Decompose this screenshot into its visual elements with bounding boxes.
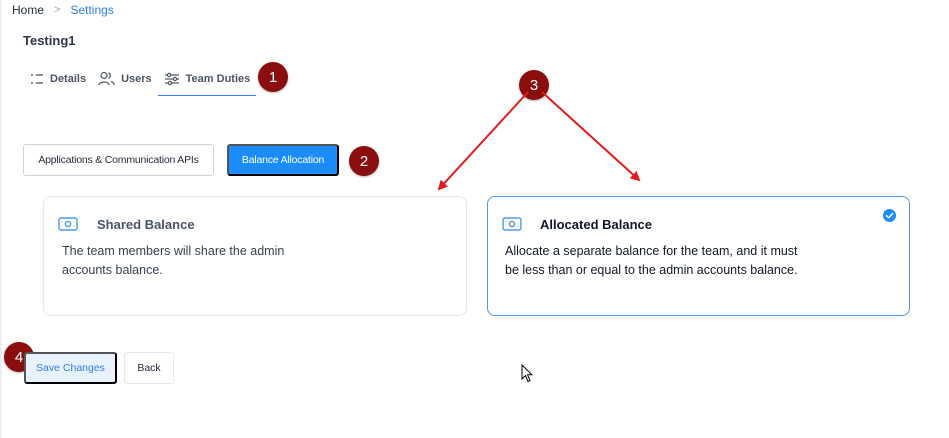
arrow-to-allocated-balance	[541, 91, 641, 182]
annotation-marker-1: 1	[258, 62, 288, 92]
cash-icon	[58, 217, 78, 231]
shared-balance-card[interactable]: Shared Balance The team members will sha…	[43, 196, 467, 316]
shared-balance-description: The team members will share the admin ac…	[62, 244, 285, 277]
annotation-marker-2: 2	[349, 146, 379, 176]
users-icon	[98, 71, 115, 86]
sliders-icon	[164, 72, 179, 85]
arrow-to-shared-balance	[437, 91, 529, 191]
tab-users[interactable]: Users	[92, 61, 158, 96]
tab-team-duties-label: Team Duties	[185, 72, 251, 85]
breadcrumb-home[interactable]: Home	[12, 3, 44, 17]
annotation-marker-3: 3	[519, 70, 549, 100]
tab-bar: Details Users Team Duties	[24, 61, 256, 96]
check-circle-icon	[883, 209, 896, 222]
allocated-balance-description: Allocate a separate balance for the team…	[505, 244, 798, 277]
breadcrumb-separator-icon: >	[54, 4, 61, 16]
applications-communication-apis-button[interactable]: Applications & Communication APIs	[23, 144, 214, 176]
cash-icon	[502, 217, 522, 231]
back-button[interactable]: Back	[124, 352, 174, 384]
tab-users-label: Users	[121, 72, 152, 85]
tab-team-duties[interactable]: Team Duties	[157, 61, 257, 96]
tab-details-label: Details	[50, 72, 87, 85]
breadcrumb: Home > Settings	[12, 3, 114, 17]
list-icon	[31, 73, 43, 84]
save-changes-button[interactable]: Save Changes	[24, 352, 117, 384]
allocated-balance-card[interactable]: Allocated Balance Allocate a separate ba…	[487, 196, 910, 316]
settings-page: Home > Settings Testing1 Details Users T…	[0, 0, 949, 438]
page-title: Testing1	[23, 33, 76, 48]
mouse-cursor-icon	[521, 364, 533, 383]
shared-balance-title: Shared Balance	[97, 217, 195, 232]
balance-allocation-button[interactable]: Balance Allocation	[227, 144, 339, 176]
tab-details[interactable]: Details	[24, 61, 92, 96]
breadcrumb-settings[interactable]: Settings	[70, 3, 113, 17]
allocated-balance-title: Allocated Balance	[540, 217, 652, 232]
